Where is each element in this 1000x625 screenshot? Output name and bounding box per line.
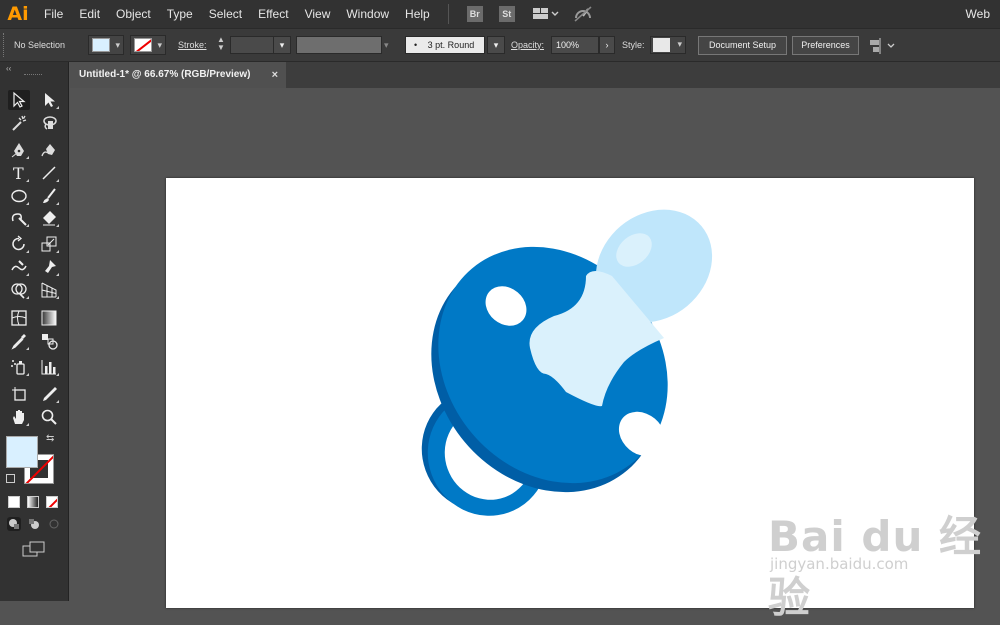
gradient-mode-icon[interactable] — [27, 496, 39, 508]
line-tool-icon[interactable] — [38, 163, 60, 183]
scale-tool-icon[interactable] — [38, 234, 60, 254]
slice-tool-icon[interactable] — [38, 384, 60, 404]
watermark-url: jingyan.baidu.com — [770, 555, 909, 573]
gpu-performance-icon[interactable] — [573, 5, 593, 23]
rotate-tool-icon[interactable] — [8, 234, 30, 254]
menu-separator — [447, 4, 449, 24]
gradient-tool-icon[interactable] — [38, 308, 60, 328]
variable-width-profile[interactable] — [296, 36, 382, 54]
selection-status: No Selection — [14, 40, 66, 50]
artboard-tool-icon[interactable] — [8, 384, 30, 404]
warp-tool-icon[interactable] — [8, 257, 30, 277]
document-setup-button[interactable]: Document Setup — [698, 36, 787, 55]
stock-button[interactable]: St — [498, 6, 515, 22]
selection-tool-icon[interactable] — [8, 90, 30, 110]
opacity-input[interactable]: 100% — [551, 36, 599, 54]
paintbrush-tool-icon[interactable] — [38, 186, 60, 206]
blend-tool-icon[interactable] — [38, 331, 60, 351]
tools-panel: ‹‹ T ⇆ — [0, 62, 69, 601]
graphic-style-box — [653, 38, 670, 52]
shape-builder-tool-icon[interactable] — [8, 280, 30, 300]
panel-grip — [24, 74, 42, 75]
align-options-icon[interactable] — [868, 37, 896, 55]
curvature-tool-icon[interactable] — [38, 140, 60, 160]
magic-wand-tool-icon[interactable] — [8, 113, 30, 133]
fill-color-swatch[interactable]: ▾ — [88, 35, 124, 55]
hand-tool-icon[interactable] — [8, 407, 30, 427]
style-label: Style: — [622, 40, 645, 50]
opacity-arrow[interactable]: › — [599, 36, 615, 54]
column-graph-tool-icon[interactable] — [38, 357, 60, 377]
variable-width-dropdown[interactable]: ▾ — [384, 36, 398, 54]
lasso-tool-icon[interactable] — [38, 113, 60, 133]
fill-color-box — [92, 38, 110, 52]
menu-view[interactable]: View — [297, 0, 339, 28]
document-tab-title: Untitled-1* @ 66.67% (RGB/Preview) — [79, 69, 251, 80]
draw-inside-icon[interactable] — [47, 517, 61, 531]
default-fill-stroke-icon[interactable] — [6, 474, 15, 483]
brush-definition-dropdown[interactable]: ▾ — [487, 36, 505, 54]
control-bar: No Selection ▾ ▾ Stroke: ▲ ▼ ▾ ▾ • 3 pt. … — [0, 28, 1000, 62]
zoom-tool-icon[interactable] — [38, 407, 60, 427]
pen-tool-icon[interactable] — [8, 140, 30, 160]
fill-color-box[interactable] — [6, 436, 38, 468]
menu-effect[interactable]: Effect — [250, 0, 296, 28]
ellipse-tool-icon[interactable] — [8, 186, 30, 206]
collapse-panel-icon[interactable]: ‹‹ — [6, 64, 11, 73]
control-bar-grip — [3, 33, 7, 57]
color-mode-icon[interactable] — [8, 496, 20, 508]
menu-help[interactable]: Help — [397, 0, 438, 28]
draw-normal-icon[interactable] — [7, 517, 21, 531]
graphic-style-swatch[interactable]: ▾ — [650, 36, 686, 54]
stroke-weight-input[interactable] — [230, 36, 274, 54]
baidu-watermark: Bai du 经验 jingyan.baidu.com — [760, 495, 1000, 622]
draw-behind-icon[interactable] — [27, 517, 41, 531]
menu-edit[interactable]: Edit — [71, 0, 108, 28]
chevron-down-icon: ▾ — [115, 40, 120, 50]
stroke-color-swatch[interactable]: ▾ — [130, 35, 166, 55]
menu-select[interactable]: Select — [201, 0, 250, 28]
menu-object[interactable]: Object — [108, 0, 159, 28]
perspective-grid-tool-icon[interactable] — [38, 280, 60, 300]
document-tab-bar: Untitled-1* @ 66.67% (RGB/Preview) × — [70, 62, 1000, 88]
document-tab[interactable]: Untitled-1* @ 66.67% (RGB/Preview) × — [70, 62, 286, 88]
type-tool-icon[interactable]: T — [8, 163, 30, 183]
menu-type[interactable]: Type — [159, 0, 201, 28]
mesh-tool-icon[interactable] — [8, 308, 30, 328]
fill-stroke-widget: ⇆ — [6, 433, 60, 488]
stroke-label[interactable]: Stroke: — [178, 40, 207, 50]
app-logo: Ai — [7, 3, 29, 25]
workspace-switcher[interactable]: Web — [966, 0, 990, 28]
close-icon[interactable]: × — [272, 62, 278, 88]
svg-text:T: T — [13, 164, 24, 182]
brush-definition-label: 3 pt. Round — [427, 40, 475, 50]
screen-mode-icon[interactable] — [22, 541, 46, 557]
menu-bar: Ai File Edit Object Type Select Effect V… — [0, 0, 1000, 28]
opacity-label[interactable]: Opacity: — [511, 40, 544, 50]
stroke-weight-stepper[interactable]: ▲ ▼ — [214, 36, 228, 54]
swap-fill-stroke-icon[interactable]: ⇆ — [46, 433, 54, 444]
puppet-warp-tool-icon[interactable] — [38, 257, 60, 277]
menu-file[interactable]: File — [36, 0, 71, 28]
chevron-down-icon: ▾ — [677, 39, 682, 49]
symbol-sprayer-tool-icon[interactable] — [8, 357, 30, 377]
eyedropper-tool-icon[interactable] — [8, 331, 30, 351]
stroke-weight-dropdown[interactable]: ▾ — [273, 36, 291, 54]
chevron-down-icon: ▾ — [157, 40, 162, 50]
brush-dot-icon: • — [414, 40, 418, 50]
shaper-tool-icon[interactable] — [8, 208, 30, 228]
menu-window[interactable]: Window — [338, 0, 397, 28]
preferences-button[interactable]: Preferences — [792, 36, 859, 55]
eraser-tool-icon[interactable] — [38, 208, 60, 228]
stroke-none-box — [134, 38, 152, 52]
none-mode-icon[interactable] — [46, 496, 58, 508]
bridge-button[interactable]: Br — [466, 6, 483, 22]
brush-definition[interactable]: • 3 pt. Round — [405, 36, 485, 54]
direct-selection-tool-icon[interactable] — [38, 90, 60, 110]
arrange-documents-icon[interactable] — [532, 7, 559, 21]
